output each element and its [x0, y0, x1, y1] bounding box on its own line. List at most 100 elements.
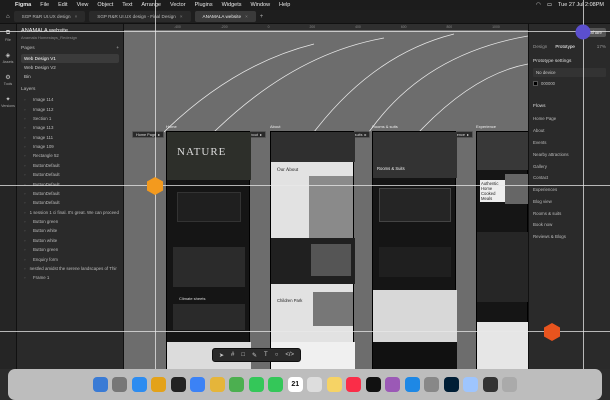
dock-app-app-store[interactable]: [404, 377, 420, 392]
layer-item[interactable]: ▫ ButtonDefault: [21, 189, 119, 198]
tab-design[interactable]: Design: [533, 44, 547, 49]
menu-plugins[interactable]: Plugins: [195, 2, 213, 8]
frame-label-home[interactable]: Home: [166, 124, 177, 129]
menu-edit[interactable]: Edit: [58, 2, 67, 8]
layer-item[interactable]: ▫ Button white: [21, 226, 119, 235]
flow-item[interactable]: Home Page: [533, 113, 606, 125]
dock-app-calendar[interactable]: 21: [287, 377, 303, 392]
layer-item[interactable]: ▫ Image 112: [21, 104, 119, 113]
frame-experience[interactable]: Authentic Home Cooked Meals: [476, 131, 528, 369]
zoom-level[interactable]: 17%: [597, 44, 606, 49]
close-icon[interactable]: ×: [180, 14, 183, 19]
clock[interactable]: Tue 27 Jul 2:08PM: [558, 2, 604, 8]
dock-app-system-settings[interactable]: [424, 377, 440, 392]
color-swatch[interactable]: [533, 81, 538, 86]
menu-arrange[interactable]: Arrange: [141, 2, 161, 8]
dev-icon[interactable]: </>: [285, 352, 294, 358]
shape-icon[interactable]: □: [241, 352, 245, 358]
flow-item[interactable]: Gallery: [533, 160, 606, 172]
wifi-icon[interactable]: ◠: [536, 2, 541, 8]
layer-item[interactable]: ▫ Image 109: [21, 142, 119, 151]
flow-item[interactable]: Events: [533, 137, 606, 149]
dock-app-tv[interactable]: [365, 377, 381, 392]
dock-app-photoshop[interactable]: [443, 377, 459, 392]
device-select[interactable]: No device: [533, 68, 606, 77]
frame-rooms[interactable]: Rooms & Suits: [372, 131, 457, 369]
figma-home-icon[interactable]: ⌂: [6, 14, 10, 20]
dock-app-calculator[interactable]: [482, 377, 498, 392]
page-item[interactable]: Web Design V1: [21, 54, 119, 63]
dock-app-launchpad[interactable]: [112, 377, 128, 392]
add-tab-icon[interactable]: +: [260, 14, 264, 20]
dock-app-reminders[interactable]: [307, 377, 323, 392]
dock-app-podcasts[interactable]: [385, 377, 401, 392]
layer-item[interactable]: ▫ nestled amidst the serene landscapes of…: [21, 264, 119, 273]
flow-chip-home[interactable]: Home Page ▸: [132, 131, 164, 138]
layer-item[interactable]: ▫ ButtonDefault: [21, 170, 119, 179]
background-color[interactable]: 000000: [533, 81, 606, 86]
frame-about[interactable]: Our About Children Park: [270, 131, 355, 369]
battery-icon[interactable]: ▭: [547, 2, 552, 8]
layer-item[interactable]: ▫ Image 111: [21, 133, 119, 142]
layer-item[interactable]: ▫ Button green: [21, 245, 119, 254]
play-icon[interactable]: ▸: [158, 132, 160, 137]
layer-item[interactable]: ▫ Button white: [21, 236, 119, 245]
dock-app-maps[interactable]: [229, 377, 245, 392]
menu-help[interactable]: Help: [279, 2, 290, 8]
tab-sgp-final[interactable]: SGP R&R UI.UX design - Final Design ×: [89, 11, 191, 22]
close-icon[interactable]: ×: [245, 14, 248, 19]
dock-app-facetime[interactable]: [268, 377, 284, 392]
dock-app-safari[interactable]: [131, 377, 147, 392]
play-icon[interactable]: ▸: [364, 132, 366, 137]
dock-app-figma[interactable]: [170, 377, 186, 392]
layer-item[interactable]: ▫ ButtonDefault: [21, 161, 119, 170]
page-item[interactable]: Bin: [21, 72, 119, 81]
comment-icon[interactable]: ○: [275, 352, 279, 358]
color-hex[interactable]: 000000: [541, 81, 555, 86]
flow-item[interactable]: Rooms & suits: [533, 207, 606, 219]
layer-item[interactable]: ▫ Image 114: [21, 95, 119, 104]
dock-app-chrome[interactable]: [151, 377, 167, 392]
menu-object[interactable]: Object: [97, 2, 113, 8]
layer-item[interactable]: ▫ Button green: [21, 217, 119, 226]
dock-app-messages[interactable]: [248, 377, 264, 392]
frame-home[interactable]: NATURE Climate sheets: [166, 131, 251, 369]
layer-item[interactable]: ▫ 1 session 1 ci final. It's great. We ca…: [21, 208, 119, 217]
flow-item[interactable]: About: [533, 125, 606, 137]
menu-text[interactable]: Text: [122, 2, 132, 8]
layer-item[interactable]: ▫ Frame 1: [21, 273, 119, 282]
flow-item[interactable]: Contact: [533, 172, 606, 184]
app-menu[interactable]: Figma: [15, 2, 31, 8]
dock-app-photos[interactable]: [209, 377, 225, 392]
tool-tools[interactable]: ⚙ Tools: [4, 74, 12, 86]
tool-versions[interactable]: ✦ Versions: [1, 96, 15, 108]
menu-view[interactable]: View: [77, 2, 89, 8]
dock-app-trash[interactable]: [502, 377, 518, 392]
pen-icon[interactable]: ✎: [252, 352, 257, 359]
design-canvas[interactable]: -400 -200 0 200 400 600 800 1000 Home Ab…: [124, 24, 528, 369]
menu-widgets[interactable]: Widgets: [222, 2, 242, 8]
close-icon[interactable]: ×: [75, 14, 78, 19]
tab-anamala[interactable]: ANAMALA website ×: [194, 11, 256, 22]
dock-app-mail[interactable]: [190, 377, 206, 392]
layer-item[interactable]: ▫ Enquiry form: [21, 254, 119, 263]
text-icon[interactable]: T: [264, 352, 268, 358]
frame-label-about[interactable]: About: [270, 124, 280, 129]
layer-item[interactable]: ▫ Section 1: [21, 114, 119, 123]
dock-app-music[interactable]: [346, 377, 362, 392]
layer-item[interactable]: ▫ Image 113: [21, 123, 119, 132]
flow-item[interactable]: Book now: [533, 219, 606, 231]
play-icon[interactable]: ▸: [467, 132, 469, 137]
layer-item[interactable]: ▫ Rectangle 52: [21, 151, 119, 160]
frame-icon[interactable]: #: [231, 352, 234, 358]
tab-prototype[interactable]: Prototype: [555, 44, 575, 49]
menu-vector[interactable]: Vector: [170, 2, 186, 8]
dock-app-finder[interactable]: [92, 377, 108, 392]
menu-window[interactable]: Window: [250, 2, 270, 8]
play-icon[interactable]: ▸: [260, 132, 262, 137]
page-item[interactable]: Web Design V2: [21, 63, 119, 72]
layer-item[interactable]: ▫ ButtonDefault: [21, 198, 119, 207]
flow-item[interactable]: Blog view: [533, 195, 606, 207]
frame-label-rooms[interactable]: Rooms & suits: [372, 124, 398, 129]
frame-label-experience[interactable]: Experience: [476, 124, 496, 129]
